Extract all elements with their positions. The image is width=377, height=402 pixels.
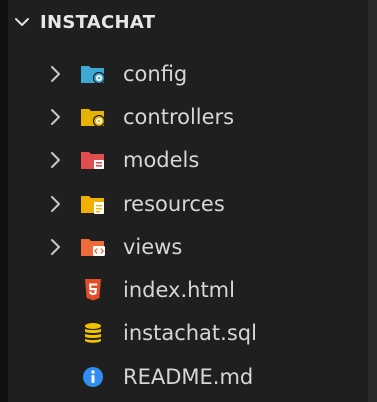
window-left-border [0,0,8,402]
tree-item-views[interactable]: views [8,225,368,268]
tree-item-label: instachat.sql [123,321,257,346]
explorer-window: INSTACHAT config controllers models reso… [0,0,377,402]
tree-item-readme-md[interactable]: README.md [8,355,368,398]
models-folder-icon [81,152,104,170]
file-tree: config controllers models resources view… [8,52,368,398]
tree-item-index-html[interactable]: index.html [8,268,368,311]
explorer-title: INSTACHAT [40,11,156,33]
chevron-right-icon[interactable] [48,195,64,213]
tree-item-controllers[interactable]: controllers [8,95,368,138]
scrollbar-track[interactable] [368,0,377,402]
database-icon [85,323,101,344]
tree-item-label: models [123,148,200,173]
tree-item-resources[interactable]: resources [8,182,368,225]
info-icon [83,366,103,387]
tree-item-label: config [123,61,188,86]
resources-folder-icon [81,195,104,214]
html5-icon [85,279,101,301]
tree-item-label: README.md [123,364,254,389]
config-folder-icon [81,65,106,84]
explorer-section-header[interactable]: INSTACHAT [8,0,368,44]
views-folder-icon [81,238,105,256]
tree-item-label: index.html [123,278,235,303]
explorer-panel: INSTACHAT config controllers models reso… [8,0,368,402]
chevron-down-icon[interactable] [12,12,32,32]
chevron-right-icon[interactable] [48,151,64,169]
tree-item-label: controllers [123,104,235,129]
chevron-right-icon[interactable] [48,238,64,256]
tree-item-label: resources [123,191,225,216]
tree-item-label: views [123,234,183,259]
tree-item-models[interactable]: models [8,139,368,182]
chevron-right-icon[interactable] [48,108,64,126]
chevron-right-icon[interactable] [48,65,64,83]
tree-item-config[interactable]: config [8,52,368,95]
controllers-folder-icon [81,108,106,128]
tree-item-instachat-sql[interactable]: instachat.sql [8,312,368,355]
